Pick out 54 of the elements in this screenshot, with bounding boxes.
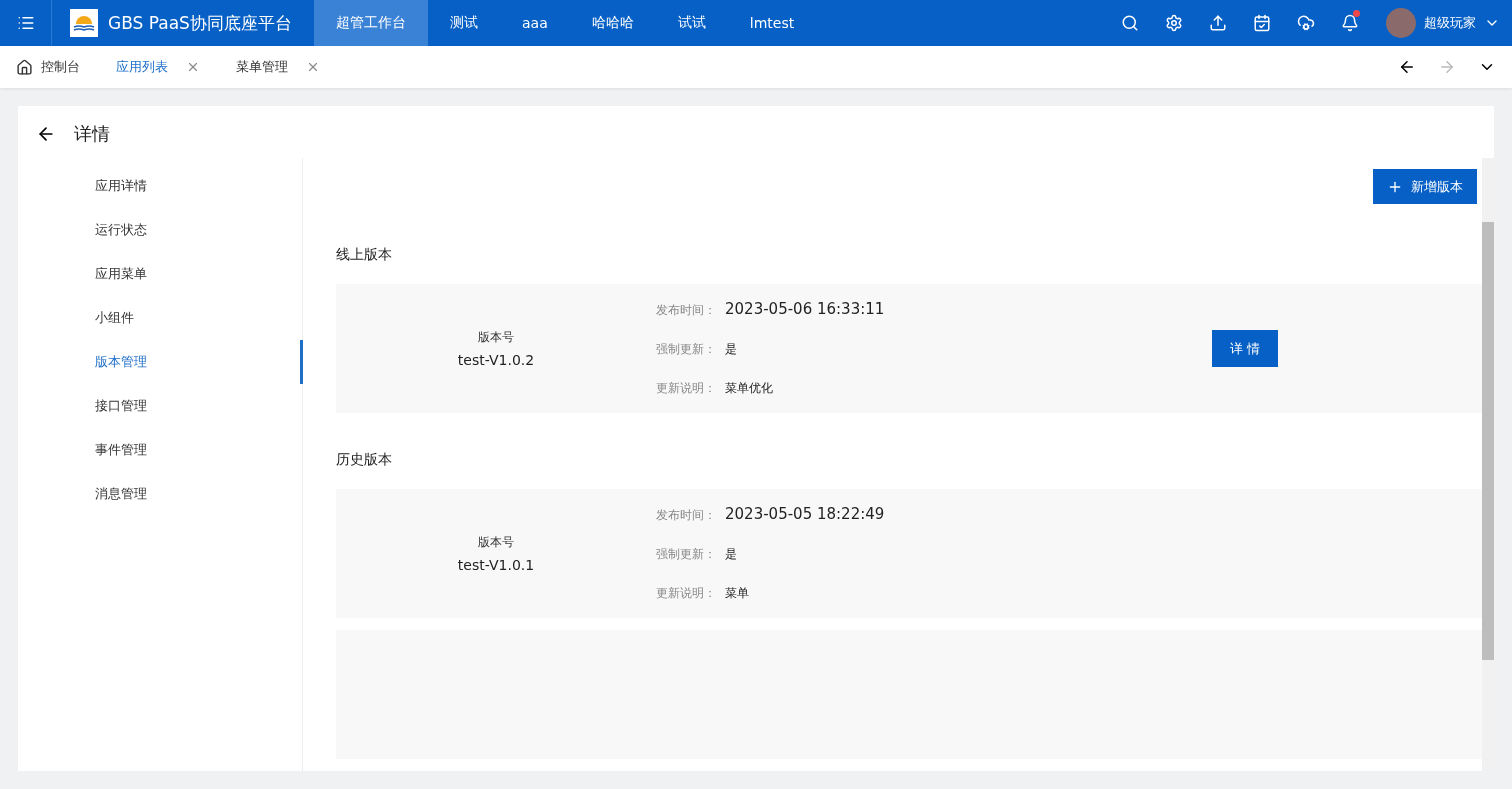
home-icon[interactable] [16,58,33,76]
field-value: 菜单优化 [725,380,773,397]
add-version-button[interactable]: 新增版本 [1373,169,1477,204]
avatar [1386,8,1416,38]
field-label: 发布时间： [656,302,717,319]
side-menu-item[interactable]: 应用菜单 [18,252,303,296]
section-title: 线上版本 [336,246,393,264]
page-tab[interactable]: 应用列表 [116,58,168,76]
scrollbar-thumb[interactable] [1482,222,1494,660]
close-icon[interactable] [306,60,320,74]
nav-tab[interactable]: 试试 [655,0,728,46]
logo-icon [70,9,98,37]
version-number: test-V1.0.1 [457,557,535,573]
menu-icon [16,14,35,32]
scrollbar[interactable] [1482,158,1494,771]
field-label: 强制更新： [656,546,717,563]
user-menu[interactable]: 超级玩家 [1372,0,1512,46]
version-label: 版本号 [478,534,514,551]
version-label: 版本号 [478,329,514,346]
field-label: 更新说明： [656,585,717,602]
side-menu-item[interactable]: 运行状态 [18,208,303,252]
search-icon [1121,14,1139,32]
page-title: 详情 [74,122,110,146]
side-menu-item[interactable]: 消息管理 [18,472,303,516]
side-menu-item[interactable]: 接口管理 [18,384,303,428]
nav-tab[interactable]: lmtest [727,0,817,46]
side-menu-item[interactable]: 应用详情 [18,164,303,208]
settings-icon [1165,14,1183,32]
upload-icon [1209,14,1227,32]
side-menu-item[interactable]: 事件管理 [18,428,303,472]
brand-name: GBS PaaS协同底座平台 [108,11,292,35]
field-value: 是 [725,546,737,563]
nav-tab[interactable]: 测试 [428,0,500,46]
section-title: 历史版本 [336,451,393,469]
calendar-check-icon [1253,14,1271,32]
field-value: 是 [725,341,737,358]
field-label: 强制更新： [656,341,717,358]
field-value: 菜单 [725,585,749,602]
close-icon[interactable] [186,60,200,74]
field-value: 2023-05-05 18:22:49 [725,505,885,523]
version-number: test-V1.0.2 [457,352,535,368]
bell-icon [1341,14,1359,32]
page-tab[interactable]: 控制台 [41,58,80,76]
page-tab[interactable]: 菜单管理 [236,58,288,76]
detail-button[interactable]: 详 情 [1212,330,1278,367]
cloud-icon [1297,14,1315,32]
side-menu-item[interactable]: 版本管理 [18,340,303,384]
field-value: 2023-05-06 16:33:11 [725,300,885,318]
field-label: 发布时间： [656,507,717,524]
nav-tab[interactable]: aaa [500,0,570,46]
nav-tab[interactable]: 超管工作台 [314,0,428,46]
side-menu-item[interactable]: 小组件 [18,296,303,340]
field-label: 更新说明： [656,380,717,397]
nav-tab[interactable]: 哈哈哈 [569,0,656,46]
